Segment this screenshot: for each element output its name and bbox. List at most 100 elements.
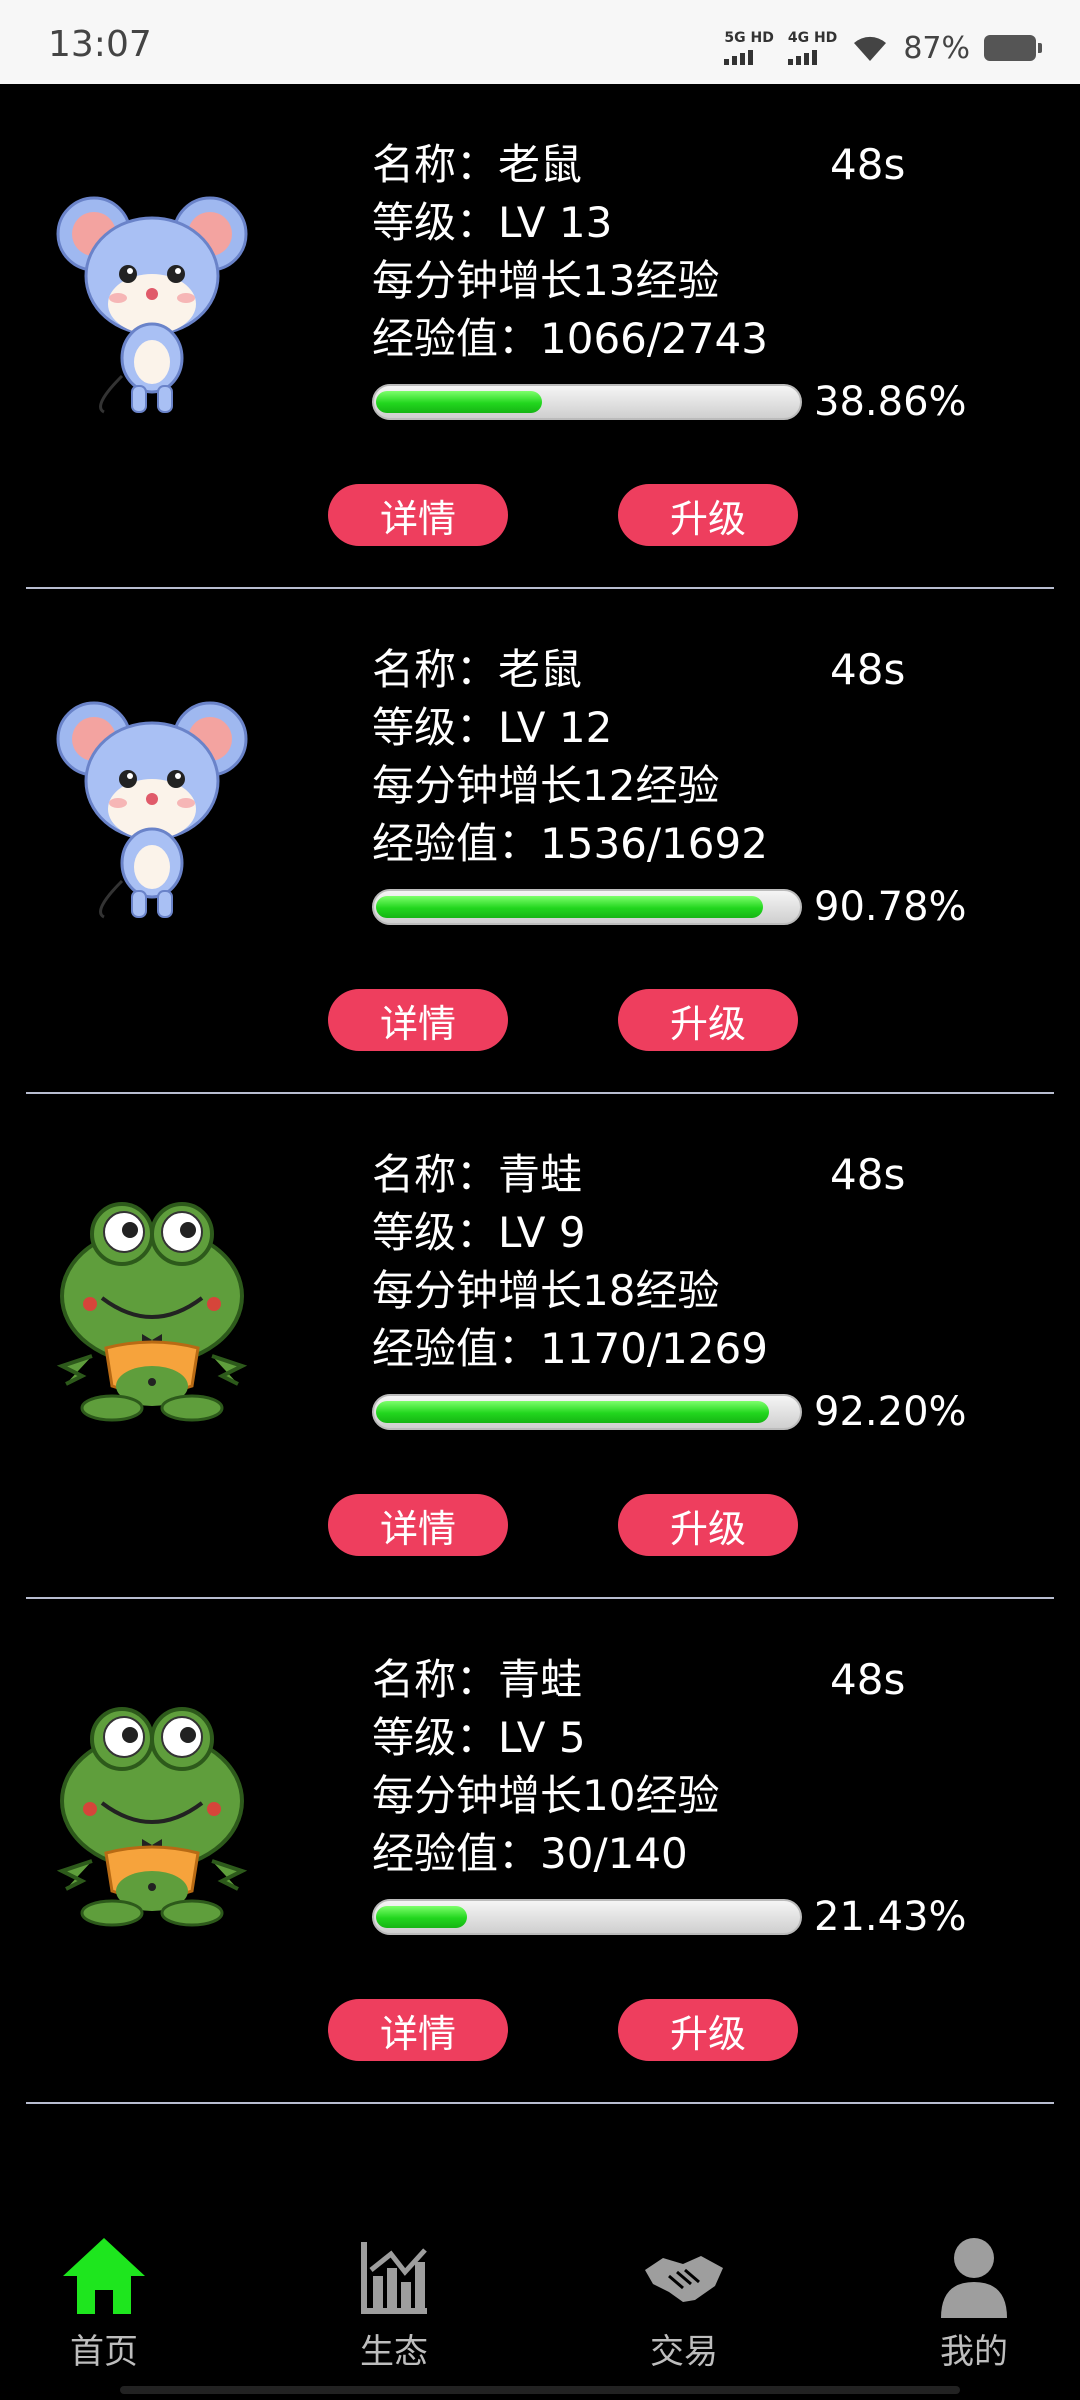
card-actions: 详情 升级 [328,484,798,546]
level-label: 等级： [372,1208,499,1257]
sim2-label: 4G HD [787,30,838,46]
pet-info: 名称： 青蛙 48s 等级： LV 5 每分钟增长10经验 经验值： 30/14… [372,1651,1012,1883]
name-label: 名称： [372,140,499,189]
exp-label: 经验值： [372,314,541,363]
card-actions: 详情 升级 [328,989,798,1051]
chart-icon [361,2242,427,2314]
card-actions: 详情 升级 [328,1494,798,1556]
pet-name: 青蛙 [498,1150,583,1199]
progress-track [372,1899,802,1935]
pet-level: LV 13 [498,198,613,247]
progress-percent: 90.78% [814,884,967,930]
divider [26,2102,1054,2104]
progress-fill [376,1906,467,1928]
pet-avatar [52,1691,252,1931]
progress-fill [376,391,542,413]
exp-value: 1536/1692 [540,819,768,868]
cell-signal-icon: 4G HD [787,30,838,65]
frog-icon [56,1707,248,1927]
pet-avatar [52,681,252,921]
pet-name: 青蛙 [498,1655,583,1704]
battery-icon [984,35,1042,61]
exp-progress: 38.86% [372,374,967,430]
growth-rate: 每分钟增长12经验 [372,761,720,810]
pet-list: 名称： 老鼠 48s 等级： LV 13 每分钟增长13经验 经验值： 1066… [0,84,1080,2104]
sim1-label: 5G HD [724,30,774,46]
exp-label: 经验值： [372,1324,541,1373]
pet-card: 名称： 老鼠 48s 等级： LV 12 每分钟增长12经验 经验值： 1536… [0,589,1080,1094]
exp-label: 经验值： [372,819,541,868]
upgrade-button[interactable]: 升级 [618,989,798,1051]
user-icon [941,2238,1007,2318]
card-actions: 详情 升级 [328,1999,798,2061]
pet-name: 老鼠 [498,645,583,694]
tab-label: 交易 [650,2332,718,2372]
pet-level: LV 9 [498,1208,586,1257]
exp-progress: 90.78% [372,879,967,935]
progress-fill [376,896,763,918]
name-label: 名称： [372,1655,499,1704]
exp-value: 1066/2743 [540,314,768,363]
progress-fill [376,1401,769,1423]
pet-level: LV 5 [498,1713,586,1762]
tab-mine[interactable]: 我的 [894,2232,1054,2373]
pet-info: 名称： 青蛙 48s 等级： LV 9 每分钟增长18经验 经验值： 1170/… [372,1146,1012,1378]
name-label: 名称： [372,1150,499,1199]
progress-track [372,384,802,420]
exp-progress: 21.43% [372,1889,967,1945]
battery-percent: 87% [903,30,970,66]
status-icons: 5G HD 4G HD 87% [724,28,1042,68]
timer: 48s [830,140,906,189]
detail-button[interactable]: 详情 [328,484,508,546]
exp-label: 经验值： [372,1829,541,1878]
pet-info: 名称： 老鼠 48s 等级： LV 12 每分钟增长12经验 经验值： 1536… [372,641,1012,873]
progress-percent: 92.20% [814,1389,967,1435]
bottom-tab-bar: 首页 生态 交易 我的 [0,2220,1080,2400]
pet-card: 名称： 青蛙 48s 等级： LV 5 每分钟增长10经验 经验值： 30/14… [0,1599,1080,2104]
progress-track [372,889,802,925]
level-label: 等级： [372,703,499,752]
pet-card: 名称： 青蛙 48s 等级： LV 9 每分钟增长18经验 经验值： 1170/… [0,1094,1080,1599]
frog-icon [56,1202,248,1422]
tab-label: 我的 [940,2332,1008,2372]
exp-progress: 92.20% [372,1384,967,1440]
upgrade-button[interactable]: 升级 [618,1999,798,2061]
timer: 48s [830,1150,906,1199]
timer: 48s [830,1655,906,1704]
pet-name: 老鼠 [498,140,583,189]
progress-percent: 38.86% [814,379,967,425]
growth-rate: 每分钟增长18经验 [372,1266,720,1315]
pet-avatar [52,1186,252,1426]
exp-value: 1170/1269 [540,1324,768,1373]
cell-signal-icon: 5G HD [724,30,774,65]
exp-value: 30/140 [540,1829,688,1878]
mouse-icon [56,701,248,919]
detail-button[interactable]: 详情 [328,1999,508,2061]
mouse-icon [56,196,248,414]
level-label: 等级： [372,198,499,247]
progress-track [372,1394,802,1430]
timer: 48s [830,645,906,694]
home-icon [63,2238,145,2314]
growth-rate: 每分钟增长13经验 [372,256,720,305]
tab-ecology[interactable]: 生态 [314,2232,474,2373]
upgrade-button[interactable]: 升级 [618,484,798,546]
pet-card: 名称： 老鼠 48s 等级： LV 13 每分钟增长13经验 经验值： 1066… [0,84,1080,589]
handshake-icon [645,2256,723,2302]
gesture-bar [120,2386,960,2394]
progress-percent: 21.43% [814,1894,967,1940]
upgrade-button[interactable]: 升级 [618,1494,798,1556]
tab-label: 生态 [360,2332,428,2372]
tab-trade[interactable]: 交易 [604,2232,764,2373]
detail-button[interactable]: 详情 [328,1494,508,1556]
name-label: 名称： [372,645,499,694]
status-time: 13:07 [48,24,152,65]
wifi-icon [854,36,887,61]
pet-level: LV 12 [498,703,613,752]
status-bar: 13:07 5G HD 4G HD 87% [0,0,1080,84]
detail-button[interactable]: 详情 [328,989,508,1051]
tab-home[interactable]: 首页 [24,2232,184,2373]
tab-label: 首页 [70,2332,138,2372]
pet-avatar [52,176,252,416]
pet-info: 名称： 老鼠 48s 等级： LV 13 每分钟增长13经验 经验值： 1066… [372,136,1012,368]
